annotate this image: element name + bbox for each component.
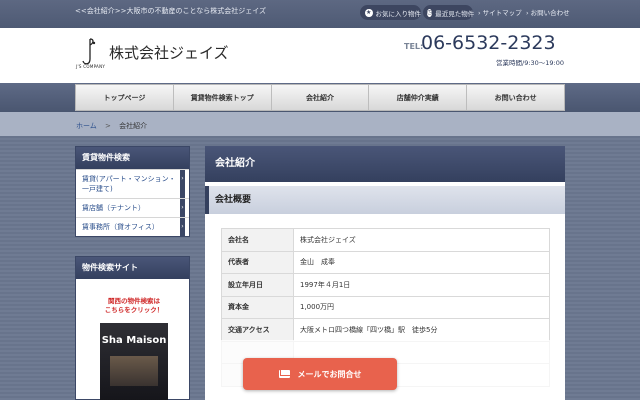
row-value: 株式会社ジェイズ: [293, 228, 550, 252]
sitemap-label: サイトマップ: [482, 9, 522, 17]
nav-item-top[interactable]: トップページ: [76, 85, 174, 110]
table-row: 代表者 金山 成奉: [221, 250, 550, 274]
shamaison-banner[interactable]: Sha Maison: [100, 323, 168, 400]
promo-text[interactable]: 関西の物件検索は こちらをクリック！: [104, 297, 164, 315]
star-icon: ★: [365, 8, 373, 17]
row-key: 会社名: [221, 228, 294, 252]
logo-subtext: J'S COMPANY: [76, 64, 106, 69]
breadcrumb-home[interactable]: ホーム: [76, 122, 97, 130]
nav-item-company[interactable]: 会社紹介: [272, 85, 370, 110]
recent-button[interactable]: ◷ 最近見た物件: [423, 5, 475, 20]
row-key: 代表者: [221, 250, 294, 274]
section-title: 会社概要: [205, 186, 565, 214]
sidebar-search: 賃貸物件検索 賃貸(アパート・マンション・一戸建て) 賃店舗（テナント） 賃事務…: [75, 146, 190, 237]
breadcrumb-current: 会社紹介: [119, 122, 148, 130]
clock-icon: ◷: [427, 8, 433, 17]
table-row: 設立年月日 1997年４月1日: [221, 273, 550, 297]
row-value: 1,000万円: [293, 295, 550, 319]
mail-contact-button[interactable]: メールでお問合せ: [243, 358, 397, 390]
row-key: 交通アクセス: [221, 318, 294, 342]
sidebar-item-shop[interactable]: 賃店舗（テナント）: [76, 198, 189, 217]
site-header: J'S COMPANY 株式会社ジェイズ TEL: 06-6532-2323 営…: [0, 28, 640, 83]
recent-label: 最近見た物件: [435, 9, 475, 18]
favorites-label: お気に入り物件: [375, 9, 422, 18]
contact-link[interactable]: › お問い合わせ: [526, 7, 570, 17]
table-row: 資本金 1,000万円: [221, 295, 550, 319]
tagline: <<会社紹介>>大阪市の不動産のことなら株式会社ジェイズ: [75, 7, 267, 15]
business-hours: 営業時間/9:30～19:00: [496, 59, 565, 67]
envelope-icon: [278, 370, 290, 378]
nav-item-contact[interactable]: お問い合わせ: [467, 85, 564, 110]
top-bar: <<会社紹介>>大阪市の不動産のことなら株式会社ジェイズ ★ お気に入り物件 ◷…: [0, 0, 640, 28]
sidebar-sites-title: 物件検索サイト: [76, 257, 189, 279]
phone-number[interactable]: 06-6532-2323: [421, 32, 556, 54]
nav-item-rental-search[interactable]: 賃貸物件検索トップ: [174, 85, 272, 110]
row-value: 1997年４月1日: [293, 273, 550, 297]
sidebar-search-title: 賃貸物件検索: [76, 147, 189, 169]
sidebar-sites: 物件検索サイト 関西の物件検索は こちらをクリック！ Sha Maison: [75, 256, 190, 400]
row-key: 資本金: [221, 295, 294, 319]
mail-button-label: メールでお問合せ: [297, 369, 362, 379]
page-title: 会社紹介: [205, 146, 565, 182]
table-row: 交通アクセス 大阪メトロ四つ橋線「四ツ橋」駅 徒歩5分: [221, 318, 550, 342]
row-value: 金山 成奉: [293, 250, 550, 274]
sidebar-item-residential[interactable]: 賃貸(アパート・マンション・一戸建て): [76, 169, 189, 198]
contact-label: お問い合わせ: [530, 9, 570, 17]
sitemap-link[interactable]: › サイトマップ: [478, 7, 522, 17]
nav-item-results[interactable]: 店舗仲介実績: [369, 85, 468, 110]
breadcrumb-separator: >: [105, 122, 111, 130]
banner-text: Sha Maison: [101, 335, 167, 346]
table-row: 会社名 株式会社ジェイズ: [221, 228, 550, 252]
main-nav: トップページ 賃貸物件検索トップ 会社紹介 店舗仲介実績 お問い合わせ: [75, 84, 565, 111]
company-name[interactable]: 株式会社ジェイズ: [109, 42, 229, 63]
row-key: 設立年月日: [221, 273, 294, 297]
breadcrumb: ホーム > 会社紹介: [76, 121, 147, 131]
banner-photo: [110, 356, 158, 386]
favorites-button[interactable]: ★ お気に入り物件: [360, 5, 421, 20]
sidebar-item-office[interactable]: 賃事務所（貸オフィス）: [76, 217, 189, 236]
promo-line1: 関西の物件検索は: [108, 297, 160, 305]
promo-line2: こちらをクリック！: [104, 306, 164, 314]
row-value: 大阪メトロ四つ橋線「四ツ橋」駅 徒歩5分: [293, 318, 550, 342]
